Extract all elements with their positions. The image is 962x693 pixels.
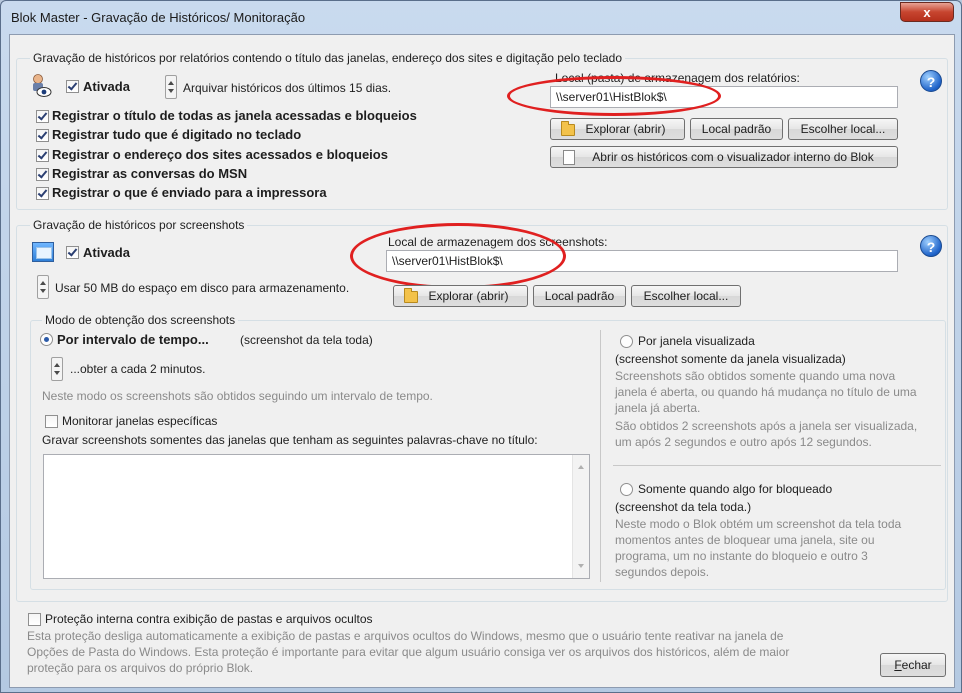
scroll-up-icon[interactable] [578, 465, 584, 469]
monitor-windows-label: Monitorar janelas específicas [62, 414, 218, 428]
reports-activated-label: Ativada [83, 79, 130, 94]
keywords-label: Gravar screenshots somentes das janelas … [42, 433, 538, 447]
opt-printer-checkbox[interactable] [36, 187, 49, 200]
protection-desc-1: Esta proteção desliga automaticamente a … [27, 629, 784, 643]
close-dialog-button[interactable]: Fechar [880, 653, 946, 677]
screenshots-default-location-button[interactable]: Local padrão [533, 285, 626, 307]
screenshots-location-input[interactable]: \\server01\HistBlok$\ [386, 250, 898, 272]
reports-group-title: Gravação de históricos por relatórios co… [30, 51, 626, 65]
reports-default-location-button[interactable]: Local padrão [690, 118, 783, 140]
screenshots-choose-location-button[interactable]: Escolher local... [631, 285, 741, 307]
disk-space-text: Usar 50 MB do espaço em disco para armaz… [55, 281, 350, 295]
right-divider [613, 465, 941, 466]
reports-activated-checkbox[interactable] [66, 80, 79, 93]
protection-desc-2: Opções de Pasta do Windows. Esta proteçã… [27, 645, 790, 659]
screenshots-explore-label: Explorar (abrir) [428, 289, 509, 303]
blocked-radio[interactable] [620, 483, 633, 496]
screenshots-activated-label: Ativada [83, 245, 130, 260]
window-viewed-radio[interactable] [620, 335, 633, 348]
interval-label: Por intervalo de tempo... [57, 332, 209, 347]
open-viewer-button[interactable]: Abrir os históricos com o visualizador i… [550, 146, 898, 168]
reports-location-input[interactable]: \\server01\HistBlok$\ [550, 86, 898, 108]
close-button-label: echar [901, 658, 932, 672]
protection-checkbox[interactable] [28, 613, 41, 626]
interval-every-text: ...obter a cada 2 minutos. [70, 362, 206, 376]
screenshots-explore-button[interactable]: Explorar (abrir) [393, 285, 528, 307]
interval-radio[interactable] [40, 333, 53, 346]
reports-explore-button[interactable]: Explorar (abrir) [550, 118, 685, 140]
opt-printer-label: Registrar o que é enviado para a impress… [52, 185, 327, 200]
window-viewed-desc-1: Screenshots são obtidos somente quando u… [615, 369, 896, 383]
folder-icon [404, 288, 418, 303]
window-viewed-desc-4: São obtidos 2 screenshots após a janela … [615, 419, 918, 433]
open-viewer-label: Abrir os históricos com o visualizador i… [592, 150, 874, 164]
folder-icon [561, 121, 575, 136]
document-icon [563, 150, 575, 165]
blocked-desc-4: segundos depois. [615, 565, 710, 579]
protection-label: Proteção interna contra exibição de past… [45, 612, 373, 626]
window-viewed-note: (screenshot somente da janela visualizad… [615, 352, 846, 366]
eye-icon [30, 73, 52, 99]
reports-explore-label: Explorar (abrir) [585, 122, 666, 136]
reports-help-icon[interactable]: ? [920, 70, 942, 92]
opt-msn-checkbox[interactable] [36, 168, 49, 181]
keywords-scrollbar[interactable] [572, 455, 589, 578]
window-title: Blok Master - Gravação de Históricos/ Mo… [11, 10, 306, 25]
keywords-textarea[interactable] [43, 454, 590, 579]
dialog-client-area: Gravação de históricos por relatórios co… [9, 34, 955, 688]
interval-description: Neste modo os screenshots são obtidos se… [42, 389, 433, 403]
window-viewed-desc-3: janela já aberta. [615, 401, 701, 415]
archive-days-text: Arquivar históricos dos últimos 15 dias. [183, 81, 392, 95]
app-window: Blok Master - Gravação de Históricos/ Mo… [0, 0, 962, 693]
monitor-windows-checkbox[interactable] [45, 415, 58, 428]
blocked-desc-2: momentos antes de bloquear uma janela, s… [615, 533, 875, 547]
reports-location-label: Local (pasta) de armazenagem dos relatór… [555, 71, 800, 85]
window-viewed-desc-2: janela é aberta, ou quando há mudança no… [615, 385, 917, 399]
opt-window-titles-label: Registrar o título de todas as janela ac… [52, 108, 417, 123]
close-button-accelerator: F [894, 658, 902, 672]
screenshots-activated-checkbox[interactable] [66, 246, 79, 259]
screenshots-group-title: Gravação de históricos por screenshots [30, 218, 248, 232]
mode-divider [600, 330, 601, 582]
blocked-desc-3: programa, um no instante do bloqueio e o… [615, 549, 868, 563]
interval-note: (screenshot da tela toda) [240, 333, 373, 347]
protection-desc-3: proteção para os arquivos do próprio Blo… [27, 661, 254, 675]
window-viewed-label: Por janela visualizada [638, 334, 755, 348]
opt-keyboard-label: Registrar tudo que é digitado no teclado [52, 127, 302, 142]
blocked-note: (screenshot da tela toda.) [615, 500, 752, 514]
window-viewed-desc-5: um após 2 segundos e outro após 12 segun… [615, 435, 872, 449]
title-bar[interactable]: Blok Master - Gravação de Históricos/ Mo… [1, 1, 961, 33]
opt-sites-checkbox[interactable] [36, 149, 49, 162]
screenshot-icon [32, 242, 54, 262]
opt-window-titles-checkbox[interactable] [36, 110, 49, 123]
disk-space-spinner[interactable] [37, 275, 49, 299]
screenshots-help-icon[interactable]: ? [920, 235, 942, 257]
blocked-label: Somente quando algo for bloqueado [638, 482, 833, 496]
opt-keyboard-checkbox[interactable] [36, 129, 49, 142]
window-close-button[interactable]: x [900, 2, 954, 22]
mode-group-title: Modo de obtenção dos screenshots [42, 313, 239, 327]
opt-sites-label: Registrar o endereço dos sites acessados… [52, 147, 388, 162]
interval-spinner[interactable] [51, 357, 63, 381]
screenshots-location-label: Local de armazenagem dos screenshots: [388, 235, 608, 249]
blocked-desc-1: Neste modo o Blok obtém um screenshot da… [615, 517, 902, 531]
opt-msn-label: Registrar as conversas do MSN [52, 166, 248, 181]
scroll-down-icon[interactable] [578, 564, 584, 568]
reports-choose-location-button[interactable]: Escolher local... [788, 118, 898, 140]
days-spinner[interactable] [165, 75, 177, 99]
